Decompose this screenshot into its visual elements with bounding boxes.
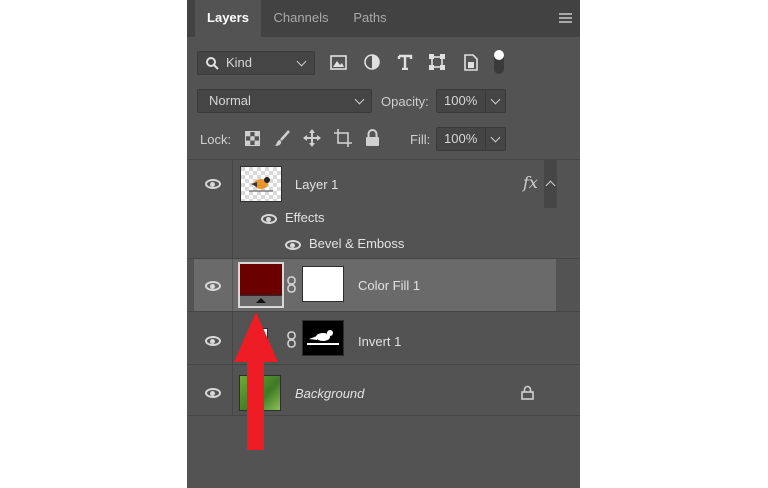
chevron-up-icon [545,180,556,191]
chevron-down-icon [490,132,501,143]
layer-mask-thumbnail[interactable] [302,320,344,356]
effects-visibility-eye-icon[interactable] [261,214,277,224]
search-icon [206,57,219,70]
fill-layer-thumbnail[interactable] [238,262,284,308]
filter-kind-dropdown[interactable]: Kind [197,51,315,75]
scrollbar[interactable] [544,160,557,208]
red-arrow-shaft [247,360,264,450]
visibility-eye-icon[interactable] [205,336,221,346]
visibility-eye-icon[interactable] [205,179,221,189]
shape-filter-icon[interactable] [429,54,445,70]
fill-label: Fill: [410,132,431,147]
red-arrow-icon [234,312,278,362]
visibility-eye-icon[interactable] [205,388,221,398]
effect-bevel-emboss[interactable]: Bevel & Emboss [309,236,404,251]
panel-tabs: Layers Channels Paths [187,0,580,37]
chevron-down-icon [296,56,307,67]
visibility-eye-icon[interactable] [205,281,221,291]
effect-visibility-eye-icon[interactable] [285,240,301,250]
divider [187,415,580,416]
lock-label: Lock: [200,132,232,147]
opacity-label: Opacity: [381,94,429,109]
filter-toggle-switch[interactable] [494,50,504,74]
fill-field[interactable]: 100% [436,127,506,151]
blend-mode-value: Normal [209,93,251,108]
opacity-field[interactable]: 100% [436,89,506,113]
layer-name[interactable]: Background [295,386,364,401]
blend-mode-dropdown[interactable]: Normal [197,89,372,113]
layer-row-layer-1[interactable]: Layer 1 fx Effects Bevel & Emboss [194,160,556,258]
lock-artboard-icon[interactable] [334,129,352,147]
lock-icon [521,385,534,400]
fill-value: 100% [444,131,478,146]
filter-kind-label: Kind [226,55,253,70]
layer-name[interactable]: Color Fill 1 [358,278,420,293]
panel-menu-icon[interactable] [559,13,572,23]
lock-position-icon[interactable] [303,129,321,147]
layer-row-color-fill-1[interactable]: Color Fill 1 [194,259,556,311]
effects-label: Effects [285,210,325,225]
smart-object-filter-icon[interactable] [463,54,478,71]
chevron-down-icon [490,94,501,105]
lock-all-icon[interactable] [365,129,380,146]
fx-icon[interactable]: fx [523,173,538,192]
layers-panel: Layers Channels Paths Kind Normal Opacit… [187,0,580,488]
link-chain-icon[interactable] [287,276,296,293]
opacity-value: 100% [444,93,478,108]
adjustment-filter-icon[interactable] [364,54,380,70]
layer-mask-thumbnail[interactable] [302,266,344,302]
image-filter-icon[interactable] [330,55,347,70]
tab-channels[interactable]: Channels [261,0,341,37]
lock-image-pixels-icon[interactable] [274,130,291,147]
tab-paths[interactable]: Paths [341,0,399,37]
tab-layers[interactable]: Layers [195,0,261,37]
link-chain-icon[interactable] [287,331,296,348]
chevron-down-icon [354,94,365,105]
layer-name[interactable]: Invert 1 [358,334,401,349]
layer-name[interactable]: Layer 1 [295,177,338,192]
type-filter-icon[interactable] [397,54,413,70]
layer-thumbnail [240,166,282,202]
lock-transparent-pixels-icon[interactable] [245,131,260,146]
